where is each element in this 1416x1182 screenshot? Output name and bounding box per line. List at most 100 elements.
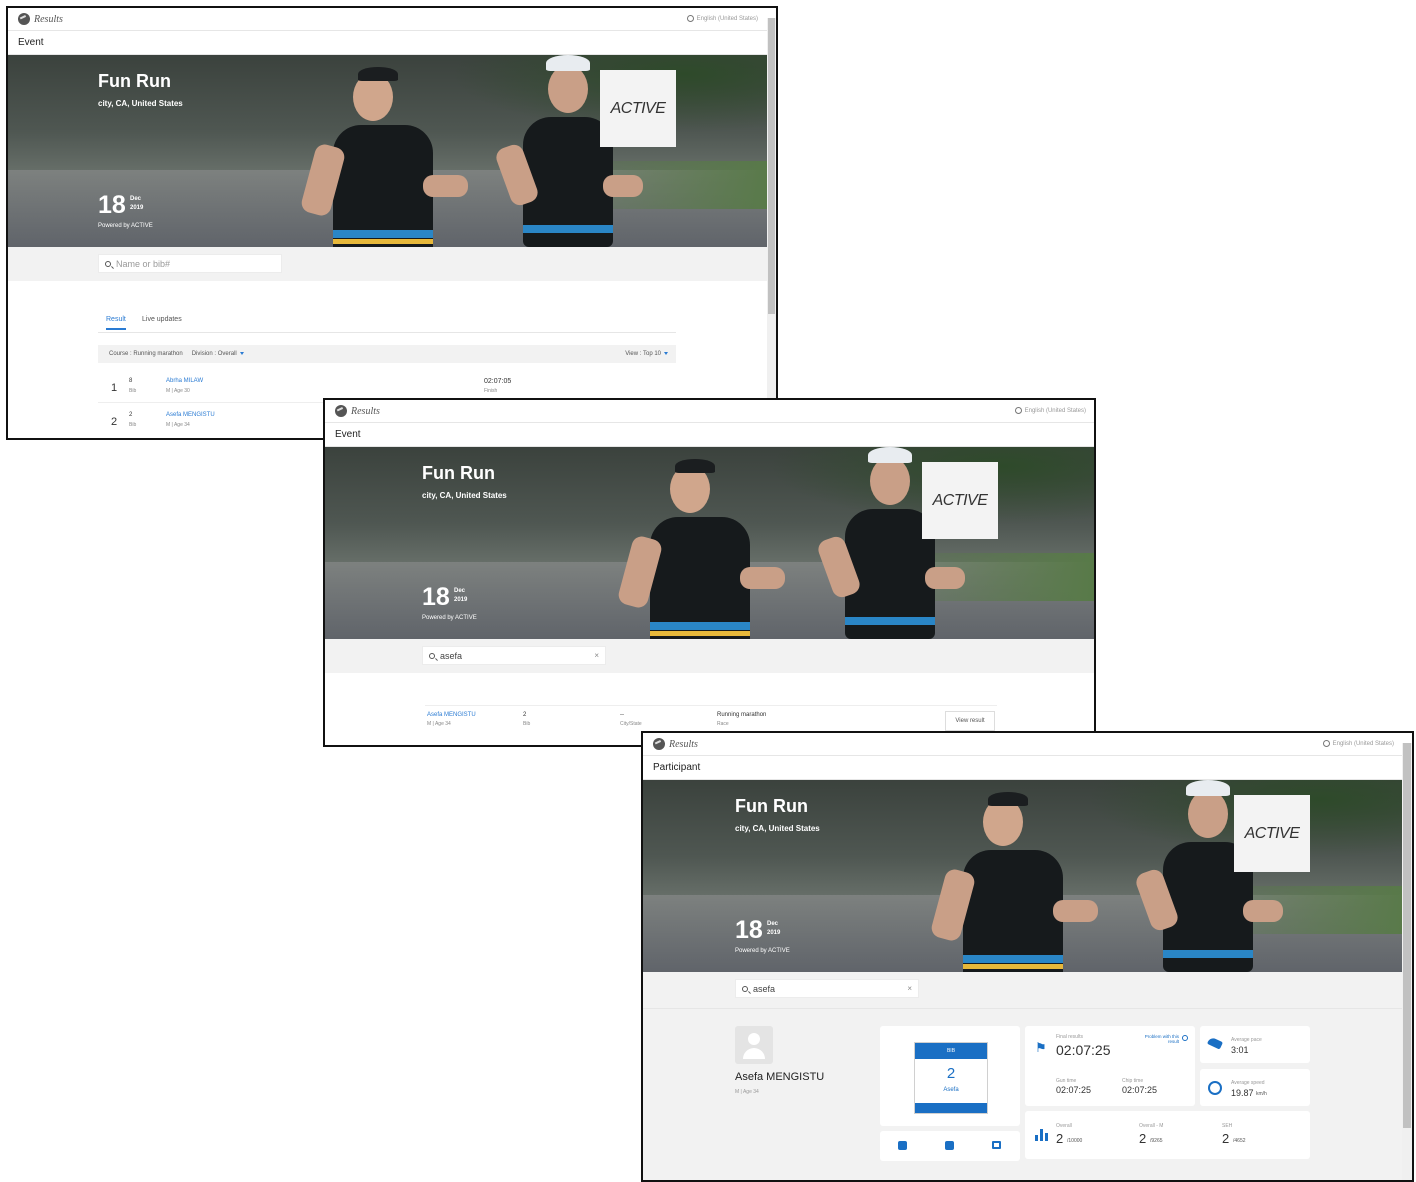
search-value: asefa [440, 650, 463, 661]
search-placeholder: Name or bib# [116, 258, 171, 269]
event-date-month: Dec [767, 921, 779, 927]
average-pace-label: Average pace [1231, 1037, 1262, 1043]
sponsor-logo-text: ACTIVE [610, 99, 666, 117]
search-result-row[interactable]: Asefa MENGISTU M | Age 34 2 Bib -- City/… [425, 705, 997, 734]
event-date-day: 18 [422, 583, 450, 611]
average-pace: 3:01 [1231, 1045, 1249, 1055]
sponsor-logo-text: ACTIVE [1244, 824, 1300, 842]
top-bar: Results English (United States) [8, 8, 776, 30]
rank-overall-label: Overall [1056, 1123, 1072, 1129]
results-logo[interactable]: Results [18, 13, 63, 25]
event-search-window: Results English (United States) Event AC… [323, 398, 1096, 747]
result-rank: 1 [111, 382, 118, 394]
clear-search-icon[interactable]: × [594, 651, 599, 660]
chevron-down-icon [239, 351, 244, 355]
runner-left-image [615, 457, 785, 639]
scrollbar[interactable] [767, 18, 776, 438]
search-result-bib-label: Bib [523, 721, 531, 727]
search-band: asefa × [643, 972, 1412, 1009]
participant-window: Results English (United States) Particip… [641, 731, 1414, 1182]
result-status: Finish [484, 388, 498, 394]
avatar [735, 1026, 773, 1064]
search-input[interactable]: asefa × [422, 646, 606, 665]
event-hero-banner: ACTIVE Fun Run city, CA, United States 1… [325, 447, 1094, 639]
certificate-icon[interactable] [992, 1141, 1001, 1149]
results-logo[interactable]: Results [335, 405, 380, 417]
breadcrumb: Event [325, 422, 1094, 447]
sponsor-logo: ACTIVE [600, 70, 676, 147]
search-input[interactable]: Name or bib# [98, 254, 282, 273]
search-result-meta: M | Age 34 [427, 721, 451, 727]
sponsor-logo-text: ACTIVE [932, 491, 988, 509]
language-selector[interactable]: English (United States) [686, 15, 758, 22]
result-name-link[interactable]: Asefa MENGISTU [166, 412, 215, 418]
result-bib-label: Bib [129, 388, 137, 394]
language-selector[interactable]: English (United States) [1014, 407, 1086, 414]
view-filter-label: View : Top 10 [625, 351, 661, 357]
search-result-city: -- [620, 712, 624, 718]
bib-card-number: 2 [946, 1065, 956, 1082]
event-title: Fun Run [422, 463, 495, 483]
chip-time: 02:07:25 [1122, 1085, 1158, 1095]
result-bib: 2 [129, 412, 133, 418]
event-date-year: 2019 [767, 930, 781, 936]
chevron-down-icon [664, 351, 668, 355]
language-label: English (United States) [1024, 407, 1086, 414]
result-meta: M | Age 34 [166, 422, 190, 428]
rankings-panel: Overall 2 /10000 Overall - M 2 /9265 SEH… [1025, 1111, 1310, 1159]
result-name-link[interactable]: Abrha MILAW [166, 378, 203, 384]
help-icon[interactable] [1182, 1035, 1188, 1041]
scrollbar-thumb[interactable] [768, 18, 775, 314]
results-logo-text: Results [669, 738, 698, 750]
view-result-button[interactable]: View result [945, 711, 995, 731]
view-filter[interactable]: View : Top 10 [625, 351, 668, 357]
search-result-name-link[interactable]: Asefa MENGISTU [427, 712, 476, 718]
event-date-month: Dec [130, 196, 142, 202]
event-date-day: 18 [98, 191, 126, 219]
tab-result[interactable]: Result [106, 316, 126, 330]
language-selector[interactable]: English (United States) [1322, 740, 1394, 747]
event-location: city, CA, United States [735, 824, 820, 833]
bib-card-name: Asefa [943, 1087, 959, 1093]
top-bar: Results English (United States) [643, 733, 1412, 755]
tab-live-updates[interactable]: Live updates [142, 316, 182, 328]
powered-by: Powered by ACTIVE [735, 948, 790, 954]
average-pace-panel: Average pace 3:01 [1200, 1026, 1310, 1063]
search-icon [742, 985, 748, 992]
results-logo-icon [653, 738, 665, 750]
search-value: asefa [753, 983, 776, 994]
results-logo-icon [335, 405, 347, 417]
sponsor-logo: ACTIVE [922, 462, 998, 539]
globe-icon [1322, 740, 1330, 747]
bib-card-footer [915, 1103, 987, 1113]
course-filter[interactable]: Course : Running marathon [109, 351, 183, 357]
division-filter-label: Division : Overall [191, 351, 237, 357]
division-filter[interactable]: Division : Overall [192, 351, 244, 357]
scrollbar[interactable] [1402, 743, 1412, 1180]
gallery-icon[interactable] [945, 1141, 954, 1150]
runner-left-image [928, 790, 1098, 972]
gun-time: 02:07:25 [1056, 1085, 1092, 1095]
results-logo[interactable]: Results [653, 738, 698, 750]
sponsor-logo: ACTIVE [1234, 795, 1310, 872]
bib-card-header: BIB [915, 1043, 987, 1059]
problem-with-result-link[interactable]: Problem with this result [1135, 1034, 1179, 1044]
search-input[interactable]: asefa × [735, 979, 919, 998]
clear-search-icon[interactable]: × [907, 984, 912, 993]
event-date-year: 2019 [454, 597, 468, 603]
bar-chart-icon [1035, 1129, 1049, 1141]
breadcrumb: Participant [643, 755, 1412, 780]
event-results-window: Results English (United States) Event AC… [6, 6, 778, 440]
top-bar: Results English (United States) [325, 400, 1094, 422]
participant-name: Asefa MENGISTU [735, 1071, 825, 1083]
bib-panel: BIB 2 Asefa [880, 1026, 1020, 1126]
participant-meta: M | Age 34 [735, 1089, 759, 1095]
event-location: city, CA, United States [422, 491, 507, 500]
rank-sex: 2 [1222, 1131, 1230, 1146]
scrollbar-thumb[interactable] [1403, 743, 1411, 1128]
rank-overall-m-total: /9265 [1150, 1138, 1163, 1144]
average-speed: 19.87 [1231, 1088, 1254, 1098]
add-photo-icon[interactable] [898, 1141, 907, 1150]
search-result-bib: 2 [523, 712, 527, 718]
search-band: Name or bib# [8, 247, 776, 281]
